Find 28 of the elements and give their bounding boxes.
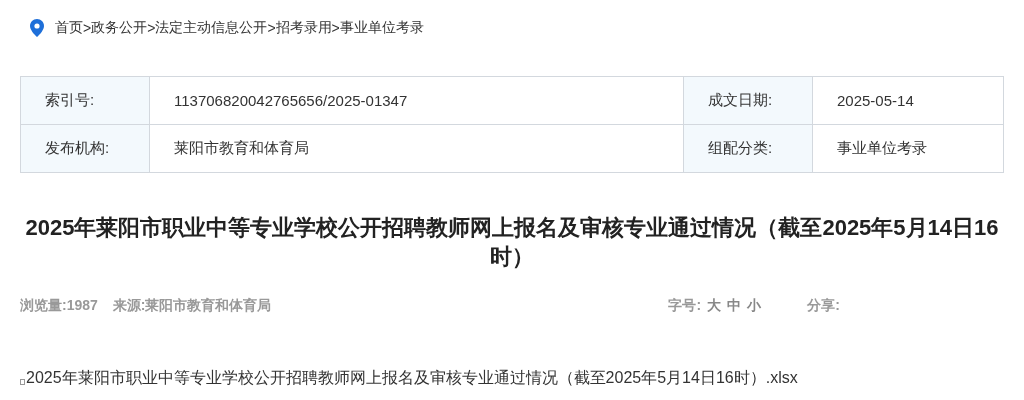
field-label: 索引号: [20, 76, 150, 125]
field-label: 成文日期: [683, 76, 813, 125]
font-size-option[interactable]: 中 [727, 297, 742, 315]
field-value: 2025-05-14 [812, 76, 1004, 125]
field-value: 事业单位考录 [812, 124, 1004, 173]
breadcrumb-separator: > [83, 20, 92, 36]
view-count: 浏览量:1987 [20, 297, 98, 315]
field-label: 组配分类: [683, 124, 813, 173]
breadcrumb-link[interactable]: 首页 [55, 19, 83, 37]
share-label: 分享: [807, 297, 840, 315]
breadcrumb-separator: > [267, 20, 276, 36]
breadcrumb-separator: > [147, 20, 156, 36]
breadcrumb-separator: > [331, 20, 340, 36]
field-value: 113706820042765656/2025-01347 [149, 76, 684, 125]
article-title: 2025年莱阳市职业中等专业学校公开招聘教师网上报名及审核专业通过情况（截至2025年5月14日16时） [24, 214, 1000, 271]
breadcrumb-link[interactable]: 法定主动信息公开 [155, 19, 268, 37]
font-size-label: 字号: [668, 297, 702, 315]
font-size-option[interactable]: 大 [707, 297, 722, 315]
field-value: 莱阳市教育和体育局 [149, 124, 684, 173]
source-text: 来源:莱阳市教育和体育局 [112, 297, 272, 315]
breadcrumb-link[interactable]: 政务公开 [91, 19, 148, 37]
file-icon [20, 378, 25, 385]
attachment-link[interactable]: 2025年莱阳市职业中等专业学校公开招聘教师网上报名及审核专业通过情况（截至2025年5月14日16时）.xlsx [26, 368, 798, 389]
location-pin-icon [30, 19, 44, 37]
field-label: 发布机构: [20, 124, 150, 173]
breadcrumb-link[interactable]: 招考录用 [275, 19, 332, 37]
font-size-option[interactable]: 小 [747, 297, 762, 315]
breadcrumb-link[interactable]: 事业单位考录 [339, 19, 424, 37]
